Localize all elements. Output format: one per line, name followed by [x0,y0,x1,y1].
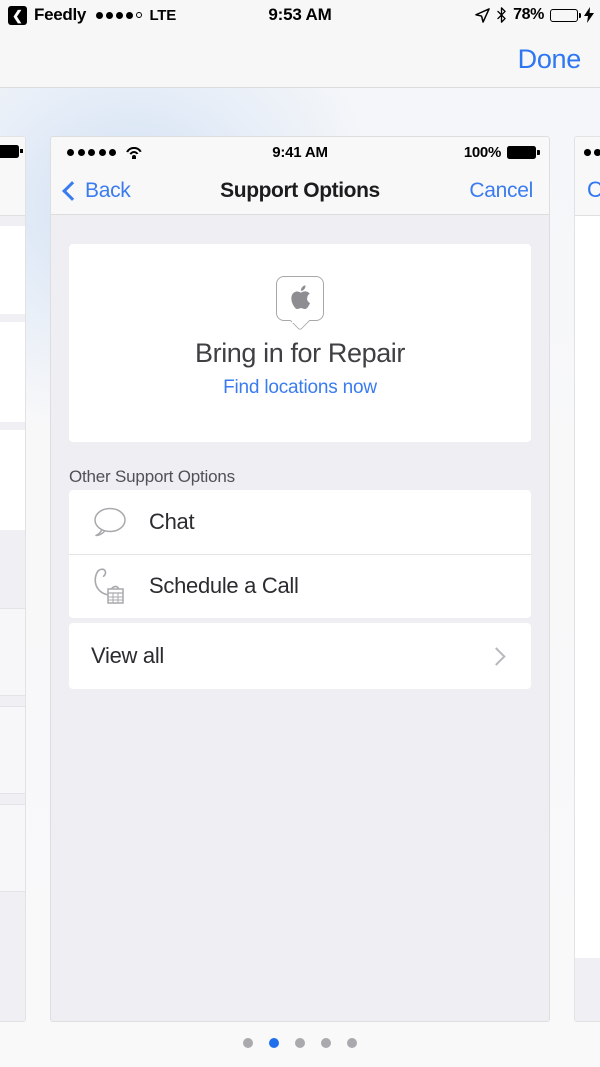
pagination-dot-2[interactable] [269,1038,279,1048]
peek-content-block [575,216,600,958]
battery-icon [0,145,23,158]
device-nav-bar: Done [0,30,600,88]
signal-strength-dots [584,149,600,156]
battery-percent-label: 100% [463,144,501,161]
done-button[interactable]: Done [518,44,582,75]
option-label: Chat [149,509,195,534]
screenshot-nav-bar: Back Support Options Cancel [51,168,549,215]
peek-body [575,216,600,1021]
option-row-schedule-a-call[interactable]: Schedule a Call [69,554,531,618]
view-all-row[interactable]: View all [69,623,531,689]
screenshot-card[interactable]: 9:41 AM 100% Back Support Options Cancel [50,136,550,1022]
battery-icon [550,8,582,22]
pagination-dots [0,1038,600,1048]
option-row-chat[interactable]: Chat [69,490,531,554]
bluetooth-icon [497,7,506,23]
peek-panel-previous[interactable] [0,136,26,1022]
find-locations-link[interactable]: Find locations now [223,377,377,399]
apple-logo-bubble-icon [276,276,324,331]
peek-card [0,430,25,530]
hero-title: Bring in for Repair [195,338,405,368]
option-label: Schedule a Call [149,573,299,598]
other-support-options-header: Other Support Options [69,467,235,486]
chevron-right-icon [487,646,506,666]
peek-status-bar [0,137,25,167]
peek-card-placeholder [0,608,25,696]
device-status-bar: ❮ Feedly LTE 9:53 AM 78% [0,0,600,30]
support-options-list: Chat Schedule a Call [69,490,531,618]
location-arrow-icon [475,7,490,23]
peek-nav-bar [0,167,25,216]
bring-in-for-repair-card[interactable]: Bring in for Repair Find locations now [69,244,531,442]
peek-card-placeholder [0,706,25,794]
peek-nav-bar: C [575,167,600,216]
screenshot-status-right: 100% [463,144,540,161]
battery-percent-label: 78% [513,6,544,23]
pagination-dot-4[interactable] [321,1038,331,1048]
signal-dot [594,149,600,156]
pagination-dot-3[interactable] [295,1038,305,1048]
pagination-dot-1[interactable] [243,1038,253,1048]
peek-body [0,216,25,1021]
peek-cancel-label[interactable]: C [587,177,600,203]
peek-card [0,226,25,314]
screenshot-status-bar: 9:41 AM 100% [51,137,549,168]
chat-bubble-icon [91,506,137,538]
cancel-button[interactable]: Cancel [469,179,533,203]
lightning-bolt-icon [584,7,594,23]
battery-icon [507,146,540,159]
peek-panel-next[interactable]: C [574,136,600,1022]
peek-card-placeholder [0,804,25,892]
phone-calendar-icon [91,567,137,605]
pagination-dot-5[interactable] [347,1038,357,1048]
view-all-label: View all [91,643,165,668]
signal-dot [584,149,591,156]
status-bar-right: 78% [475,6,594,24]
screenshot-body: Bring in for Repair Find locations now O… [51,215,549,1021]
peek-card [0,322,25,422]
peek-status-bar [575,137,600,167]
